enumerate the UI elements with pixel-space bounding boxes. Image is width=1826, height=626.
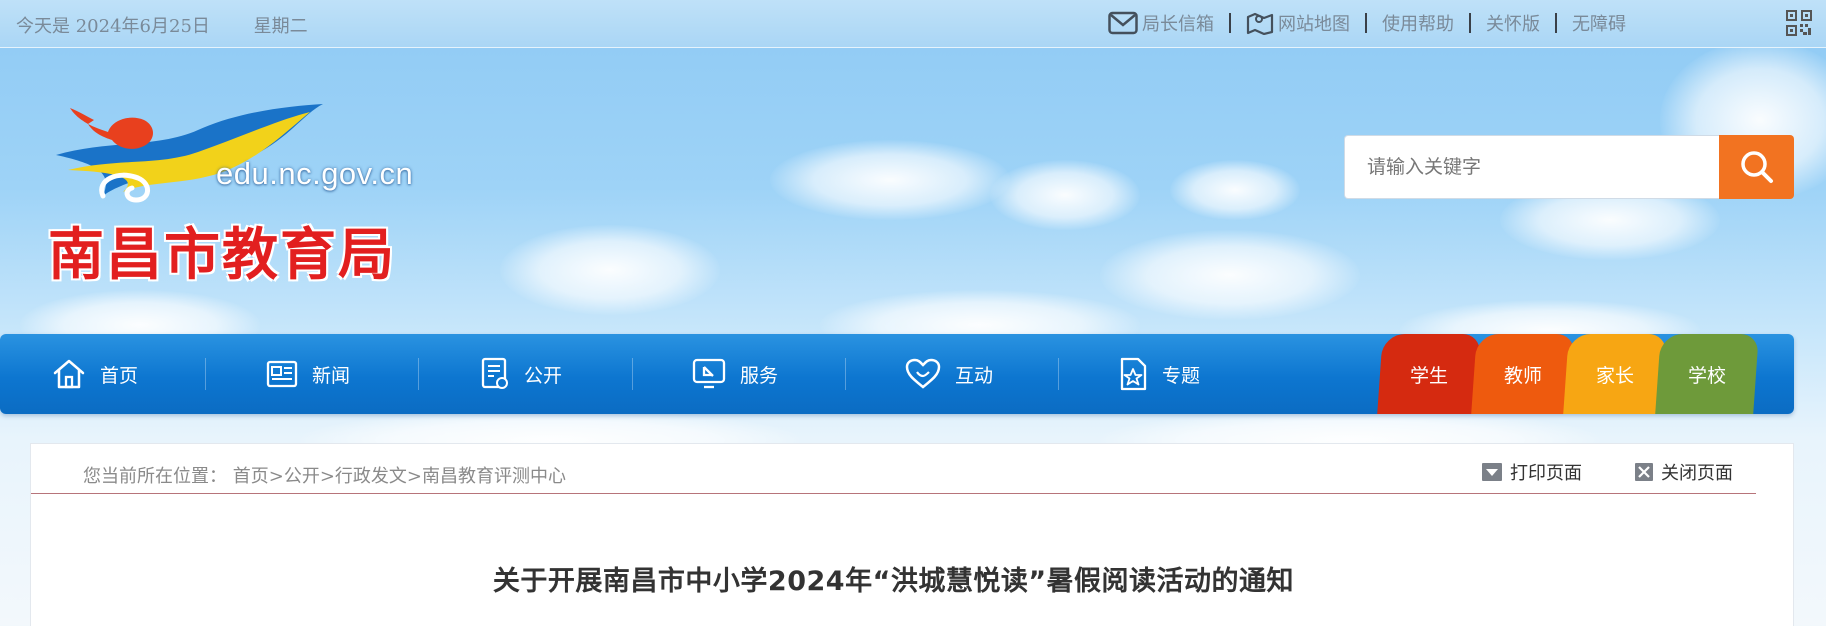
date-value: 2024年6月25日 — [75, 16, 210, 37]
map-icon — [1246, 12, 1274, 35]
divider — [1469, 13, 1471, 33]
top-link-accessibility[interactable]: 无障碍 — [1572, 10, 1626, 36]
nav-divider — [418, 358, 419, 390]
print-icon — [1482, 463, 1502, 481]
divider — [1229, 13, 1231, 33]
close-icon — [1635, 463, 1653, 481]
top-link-site-map[interactable]: 网站地图 — [1246, 10, 1350, 36]
divider — [1365, 13, 1367, 33]
top-link-director-mailbox[interactable]: 局长信箱 — [1108, 10, 1214, 36]
role-tab-school[interactable]: 学校 — [1655, 334, 1759, 414]
role-tab-teacher[interactable]: 教师 — [1471, 334, 1575, 414]
nav-item-news[interactable]: 新闻 — [266, 334, 350, 414]
search-icon — [1740, 151, 1773, 183]
top-link-care-version[interactable]: 关怀版 — [1486, 10, 1540, 36]
breadcrumb: 您当前所在位置： 首页>公开>行政发文>南昌教育评测中心 — [83, 462, 566, 488]
role-tab-parent[interactable]: 家长 — [1563, 334, 1667, 414]
search-input[interactable] — [1344, 135, 1719, 199]
nav-divider — [205, 358, 206, 390]
top-links: 局长信箱 网站地图 使用帮助 关怀版 无障碍 — [1108, 10, 1626, 36]
nav-item-public[interactable]: 公开 — [480, 334, 562, 414]
logo-domain: edu.nc.gov.cn — [216, 156, 414, 191]
home-icon — [53, 359, 85, 389]
search-box — [1344, 135, 1794, 199]
top-bar: 今天是 2024年6月25日 星期二 局长信箱 网站地图 使用帮助 关怀版 无障… — [0, 0, 1826, 48]
heart-icon — [905, 358, 941, 389]
close-page-label: 关闭页面 — [1661, 463, 1733, 484]
qr-code-icon[interactable] — [1786, 10, 1812, 40]
nav-divider — [632, 358, 633, 390]
site-logo[interactable]: edu.nc.gov.cn 南昌市教育局 — [48, 100, 428, 288]
top-link-label: 网站地图 — [1278, 14, 1350, 35]
nav-item-interact[interactable]: 互动 — [905, 334, 993, 414]
breadcrumb-item-home[interactable]: 首页 — [233, 466, 269, 487]
breadcrumb-separator: > — [406, 466, 423, 487]
nav-item-label: 服务 — [740, 364, 779, 387]
role-tab-label: 学生 — [1409, 364, 1448, 387]
top-link-label: 关怀版 — [1486, 14, 1540, 35]
article-title: 关于开展南昌市中小学2024年“洪城慧悦读”暑假阅读活动的通知 — [492, 566, 1295, 597]
breadcrumb-item-admin-docs[interactable]: 行政发文 — [335, 466, 407, 487]
print-page-label: 打印页面 — [1510, 463, 1582, 484]
breadcrumb-separator: > — [319, 466, 335, 487]
document-icon — [481, 357, 508, 389]
breadcrumb-prefix: 您当前所在位置： — [83, 466, 227, 487]
topic-icon — [1120, 357, 1147, 391]
content-panel: 您当前所在位置： 首页>公开>行政发文>南昌教育评测中心 打印页面 关闭页面 关… — [30, 443, 1794, 626]
nav-item-label: 专题 — [1162, 364, 1201, 387]
breadcrumb-item-evaluation-center[interactable]: 南昌教育评测中心 — [422, 466, 566, 487]
nav-item-topic[interactable]: 专题 — [1118, 334, 1200, 414]
role-tab-label: 学校 — [1687, 364, 1726, 387]
page-actions: 打印页面 关闭页面 — [1429, 459, 1733, 485]
nav-item-service[interactable]: 服务 — [692, 334, 778, 414]
top-link-label: 无障碍 — [1572, 14, 1626, 35]
date-prefix: 今天是 — [16, 16, 70, 37]
nav-item-label: 公开 — [524, 364, 563, 387]
breadcrumb-separator: > — [268, 466, 284, 487]
top-link-label: 使用帮助 — [1382, 14, 1454, 35]
nav-item-label: 互动 — [955, 364, 994, 387]
breadcrumb-divider — [31, 493, 1756, 494]
current-date: 今天是 2024年6月25日 星期二 — [16, 12, 308, 38]
nav-item-label: 首页 — [100, 364, 139, 387]
print-page-button[interactable]: 打印页面 — [1481, 459, 1582, 485]
nav-item-label: 新闻 — [312, 364, 351, 387]
logo-name: 南昌市教育局 — [48, 222, 396, 288]
top-link-label: 局长信箱 — [1142, 14, 1214, 35]
nav-item-home[interactable]: 首页 — [52, 334, 138, 414]
nav-divider — [845, 358, 846, 390]
role-tab-student[interactable]: 学生 — [1377, 334, 1481, 414]
mail-icon — [1108, 11, 1138, 35]
search-button[interactable] — [1719, 135, 1794, 199]
weekday: 星期二 — [253, 16, 308, 37]
role-tab-label: 教师 — [1503, 364, 1542, 387]
breadcrumb-item-public[interactable]: 公开 — [284, 466, 320, 487]
divider — [1555, 13, 1557, 33]
service-icon — [692, 358, 726, 389]
top-link-help[interactable]: 使用帮助 — [1382, 10, 1454, 36]
main-nav: 首页 新闻 公开 服务 互动 专题 学生 教师 家长 学校 — [0, 334, 1794, 414]
role-tab-label: 家长 — [1595, 364, 1634, 387]
close-page-button[interactable]: 关闭页面 — [1634, 459, 1733, 485]
nav-divider — [1058, 358, 1059, 390]
logo-emblem-icon — [56, 104, 323, 203]
news-icon — [266, 360, 298, 388]
